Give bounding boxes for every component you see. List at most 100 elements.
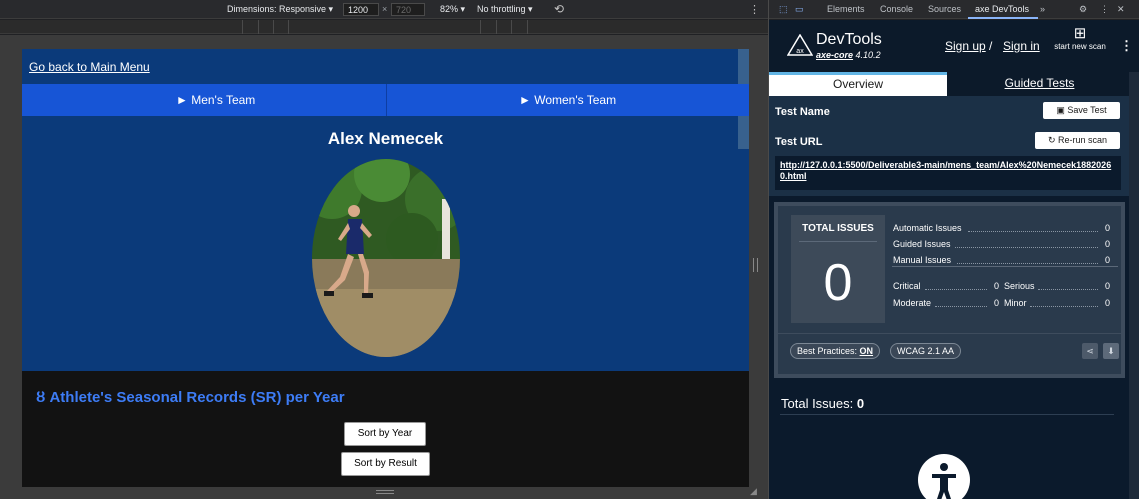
- axe-version: axe-core 4.10.2: [816, 50, 881, 60]
- axe-logo-icon: ax: [787, 34, 813, 56]
- sign-in-link[interactable]: Sign in: [1003, 39, 1040, 53]
- runner-photo-illustration: [312, 159, 460, 357]
- save-test-label: Save Test: [1067, 105, 1107, 115]
- moderate-row[interactable]: Moderate 0: [893, 298, 999, 310]
- leader-dots: [1030, 306, 1098, 307]
- accessibility-figure: [932, 463, 956, 499]
- close-icon[interactable]: ✕: [1117, 4, 1125, 15]
- test-info: Test Name ▣ Save Test Test URL ↻ Re-run …: [769, 96, 1129, 196]
- results-divider: [780, 414, 1114, 415]
- axe-menu-icon[interactable]: ⋮: [1120, 38, 1133, 54]
- nav-divider: [386, 84, 387, 116]
- tab-guided-tests[interactable]: Guided Tests: [947, 72, 1132, 96]
- records-heading: ȣ Athlete's Seasonal Records (SR) per Yea…: [36, 389, 345, 406]
- moderate-count: 0: [993, 298, 999, 308]
- summary-footer-divider: [778, 333, 1121, 334]
- guided-issues-row[interactable]: Guided Issues 0: [893, 239, 1110, 251]
- leader-dots: [1038, 289, 1098, 290]
- guided-issues-count: 0: [1104, 239, 1110, 249]
- results-total-count: 0: [856, 396, 865, 411]
- device-toolbar-icon[interactable]: ▭: [795, 4, 804, 15]
- back-to-main-menu-link[interactable]: Go back to Main Menu: [29, 60, 150, 74]
- minor-row[interactable]: Minor 0: [1004, 298, 1110, 310]
- axe-scrollbar[interactable]: [1129, 72, 1139, 499]
- refresh-icon: ↻: [1047, 135, 1058, 145]
- leader-dots: [935, 306, 987, 307]
- svg-text:ax: ax: [796, 48, 804, 55]
- medal-icon: ȣ: [36, 389, 46, 406]
- start-new-scan-button[interactable]: ⊞ start new scan: [1054, 26, 1106, 52]
- test-url-label: Test URL: [775, 136, 823, 148]
- zoom-dropdown[interactable]: 82% ▾: [440, 4, 465, 15]
- critical-label: Critical: [893, 281, 921, 291]
- devtools-kebab-icon[interactable]: ⋮: [1100, 4, 1109, 15]
- best-practices-value: ON: [859, 346, 874, 356]
- devtools-tab-bar: ⬚ ▭ Elements Console Sources axe DevTool…: [769, 0, 1139, 19]
- wcag-standard-selector[interactable]: WCAG 2.1 AA: [890, 343, 962, 359]
- summary-divider: [892, 266, 1118, 267]
- dimensions-dropdown[interactable]: Dimensions: Responsive ▾: [227, 4, 333, 15]
- athlete-name: Alex Nemecek: [327, 129, 444, 148]
- gear-icon[interactable]: ⚙: [1079, 4, 1087, 15]
- save-test-button[interactable]: ▣ Save Test: [1043, 102, 1120, 119]
- leader-dots: [955, 247, 1098, 248]
- minor-count: 0: [1104, 298, 1110, 308]
- rotate-icon[interactable]: ⟲: [554, 2, 564, 16]
- critical-row[interactable]: Critical 0: [893, 281, 999, 293]
- axe-title: DevTools: [816, 31, 882, 48]
- device-toolbar: Dimensions: Responsive ▾ 1200 × 720 82% …: [0, 0, 768, 19]
- tab-overview[interactable]: Overview: [769, 72, 947, 96]
- tab-sources[interactable]: Sources: [928, 4, 961, 14]
- share-icon[interactable]: ⋖: [1082, 343, 1098, 359]
- womens-team-toggle[interactable]: ► Women's Team: [519, 93, 616, 107]
- sort-by-result-button[interactable]: Sort by Result: [341, 452, 430, 476]
- mens-team-toggle[interactable]: ► Men's Team: [176, 93, 255, 107]
- serious-label: Serious: [1004, 281, 1035, 291]
- height-input[interactable]: 720: [391, 3, 425, 16]
- issues-results: Total Issues: 0: [769, 378, 1129, 499]
- inspect-icon[interactable]: ⬚: [779, 4, 788, 15]
- re-run-scan-button[interactable]: ↻ Re-run scan: [1035, 132, 1120, 149]
- athlete-photo: [312, 159, 460, 357]
- automatic-issues-row[interactable]: Automatic Issues 0: [893, 223, 1110, 235]
- results-total: Total Issues: 0: [781, 396, 864, 411]
- leader-dots: [957, 263, 1098, 264]
- corner-resize-handle[interactable]: ◢: [750, 486, 757, 497]
- minor-label: Minor: [1004, 298, 1027, 308]
- tab-elements[interactable]: Elements: [827, 4, 865, 14]
- tab-axe-devtools[interactable]: axe DevTools: [975, 4, 1029, 14]
- width-input[interactable]: 1200: [343, 3, 379, 16]
- kebab-icon[interactable]: ⋮: [749, 3, 760, 16]
- automatic-issues-count: 0: [1104, 223, 1110, 233]
- download-icon[interactable]: ⬇: [1103, 343, 1119, 359]
- total-issues-card: TOTAL ISSUES 0: [791, 215, 885, 323]
- bottom-resize-handle[interactable]: [376, 490, 394, 494]
- throttling-dropdown[interactable]: No throttling ▾: [477, 4, 533, 15]
- manual-issues-label: Manual Issues: [893, 255, 952, 265]
- issues-summary: TOTAL ISSUES 0 Automatic Issues 0 Guided…: [774, 202, 1125, 378]
- times-glyph: ×: [382, 4, 388, 14]
- axe-version-number: 4.10.2: [855, 50, 881, 60]
- test-url-link[interactable]: http://127.0.0.1:5500/Deliverable3-main/…: [775, 156, 1121, 190]
- axe-core-link[interactable]: axe-core: [816, 50, 853, 60]
- leader-dots: [925, 289, 987, 290]
- save-icon: ▣: [1056, 105, 1068, 115]
- best-practices-toggle[interactable]: Best Practices: ON: [790, 343, 881, 359]
- sort-by-year-button[interactable]: Sort by Year: [344, 422, 426, 446]
- sign-up-link[interactable]: Sign up: [945, 39, 986, 53]
- serious-count: 0: [1104, 281, 1110, 291]
- right-resize-handle[interactable]: [753, 258, 758, 272]
- media-query-ruler: [0, 20, 768, 34]
- active-tab-indicator: [968, 17, 1038, 19]
- auth-separator: /: [989, 39, 993, 53]
- manual-issues-count: 0: [1104, 255, 1110, 265]
- total-issues-count: 0: [823, 254, 853, 312]
- best-practices-label: Best Practices:: [797, 346, 858, 356]
- more-tabs-icon[interactable]: »: [1040, 4, 1045, 14]
- team-nav: ► Men's Team ► Women's Team: [22, 84, 749, 116]
- serious-row[interactable]: Serious 0: [1004, 281, 1110, 293]
- tab-console[interactable]: Console: [880, 4, 913, 14]
- re-run-scan-label: Re-run scan: [1058, 135, 1108, 145]
- records-heading-text: Athlete's Seasonal Records (SR) per Year: [49, 389, 345, 406]
- automatic-issues-label: Automatic Issues: [893, 223, 962, 233]
